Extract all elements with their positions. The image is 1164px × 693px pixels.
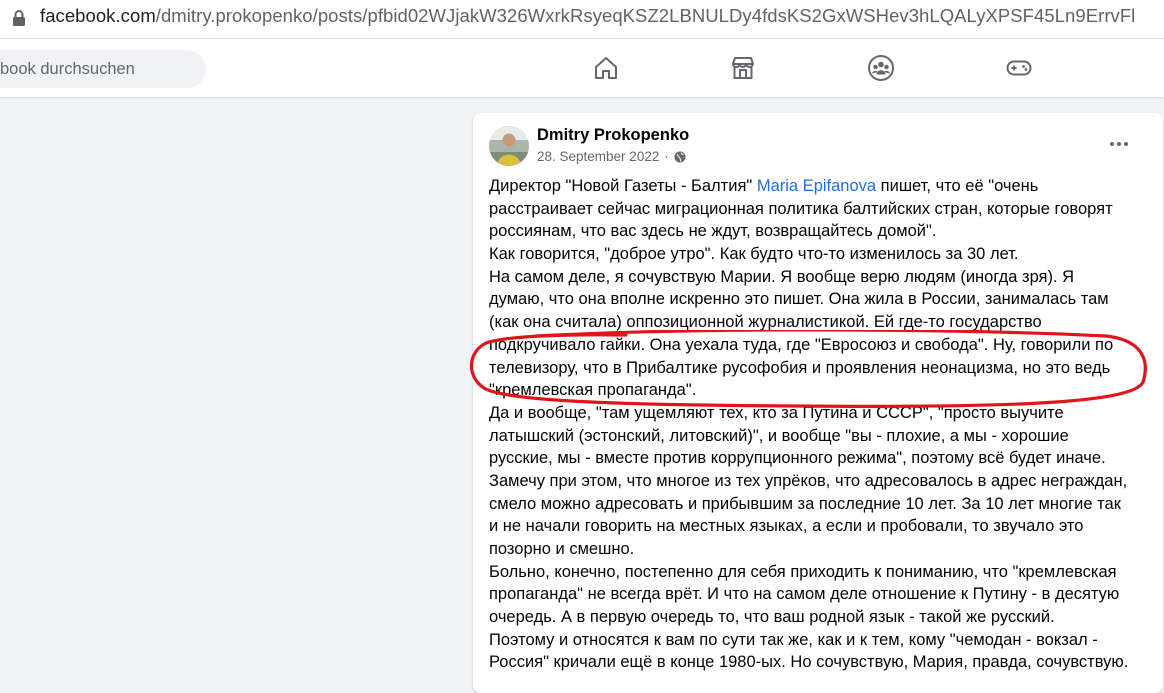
mention-link[interactable]: Maria Epifanova: [757, 177, 876, 195]
search-input[interactable]: [0, 50, 200, 88]
post-text-fragment: пишет, что её "очень: [876, 177, 1039, 195]
post-line: подкручивало гайки. Она уехала туда, где…: [489, 335, 1114, 354]
post-line: пропаганда" не всегда врёт. И что на сам…: [489, 585, 1120, 604]
post-line: телевизору, что в Прибалтике русофобия и…: [489, 358, 1111, 377]
home-icon[interactable]: [592, 54, 620, 82]
lock-icon[interactable]: [12, 9, 26, 27]
post-line: Больно, конечно, постепенно для себя при…: [489, 562, 1117, 581]
post-line: смело можно адресовать и прибывшим за по…: [489, 494, 1121, 513]
post-line: русские, мы - вместе против коррупционно…: [489, 449, 1106, 468]
post-line: расстраивает сейчас миграционная политик…: [489, 199, 1113, 218]
more-options-icon[interactable]: [1107, 132, 1131, 156]
facebook-top-nav: [0, 39, 1164, 97]
post-line: (как она считала) оппозиционной журналис…: [489, 313, 1042, 332]
post-line: Замечу при этом, что многое из тех упрёк…: [489, 471, 1128, 490]
post-line: "кремлевская пропаганда".: [489, 381, 697, 400]
post-line: и не начали говорить на местных языках, …: [489, 517, 1084, 536]
post-text-fragment: Директор "Новой Газеты - Балтия": [489, 177, 757, 195]
post-line: Как говорится, "доброе утро". Как будто …: [489, 245, 1019, 264]
post-line: Поэтому и относятся к вам по сути так же…: [489, 630, 1098, 649]
post-author[interactable]: Dmitry Prokopenko: [537, 126, 689, 145]
globe-icon: [674, 151, 686, 163]
post-meta: 28. September 2022 ·: [537, 149, 686, 164]
groups-icon[interactable]: [867, 54, 895, 82]
post-line: россиянам, что вас здесь не ждут, возвра…: [489, 222, 937, 241]
gaming-icon[interactable]: [1005, 54, 1033, 82]
post-line: позорно и смешно.: [489, 540, 635, 558]
post-body: Директор "Новой Газеты - Балтия" Maria E…: [489, 175, 1149, 674]
post-date[interactable]: 28. September 2022: [537, 149, 659, 164]
avatar[interactable]: [489, 126, 529, 166]
post-line: На самом деле, я сочувствую Марии. Я воо…: [489, 267, 1075, 286]
url-path: /dmitry.prokopenko/posts/pfbid02WJjakW32…: [155, 5, 1136, 26]
meta-separator: ·: [664, 149, 669, 164]
post-line: думаю, что она вполне искренно это пишет…: [489, 290, 1109, 309]
address-url[interactable]: facebook.com/dmitry.prokopenko/posts/pfb…: [40, 5, 1135, 27]
post-line: Да и вообще, "там ущемляют тех, кто за П…: [489, 403, 1064, 422]
post-card: Dmitry Prokopenko 28. September 2022 · Д…: [473, 113, 1163, 693]
url-host: facebook.com: [40, 5, 156, 26]
search-box[interactable]: [0, 50, 206, 88]
post-line: очередь. А в первую очередь то, что ваш …: [489, 608, 1055, 627]
marketplace-icon[interactable]: [729, 54, 757, 82]
post-line: Директор "Новой Газеты - Балтия" Maria E…: [489, 175, 1149, 198]
browser-address-bar[interactable]: facebook.com/dmitry.prokopenko/posts/pfb…: [0, 0, 1164, 38]
post-line: Россия" кричали ещё в конце 1980-ых. Но …: [489, 653, 1129, 672]
post-line: латышский (эстонский, литовский)", и воо…: [489, 426, 1069, 445]
